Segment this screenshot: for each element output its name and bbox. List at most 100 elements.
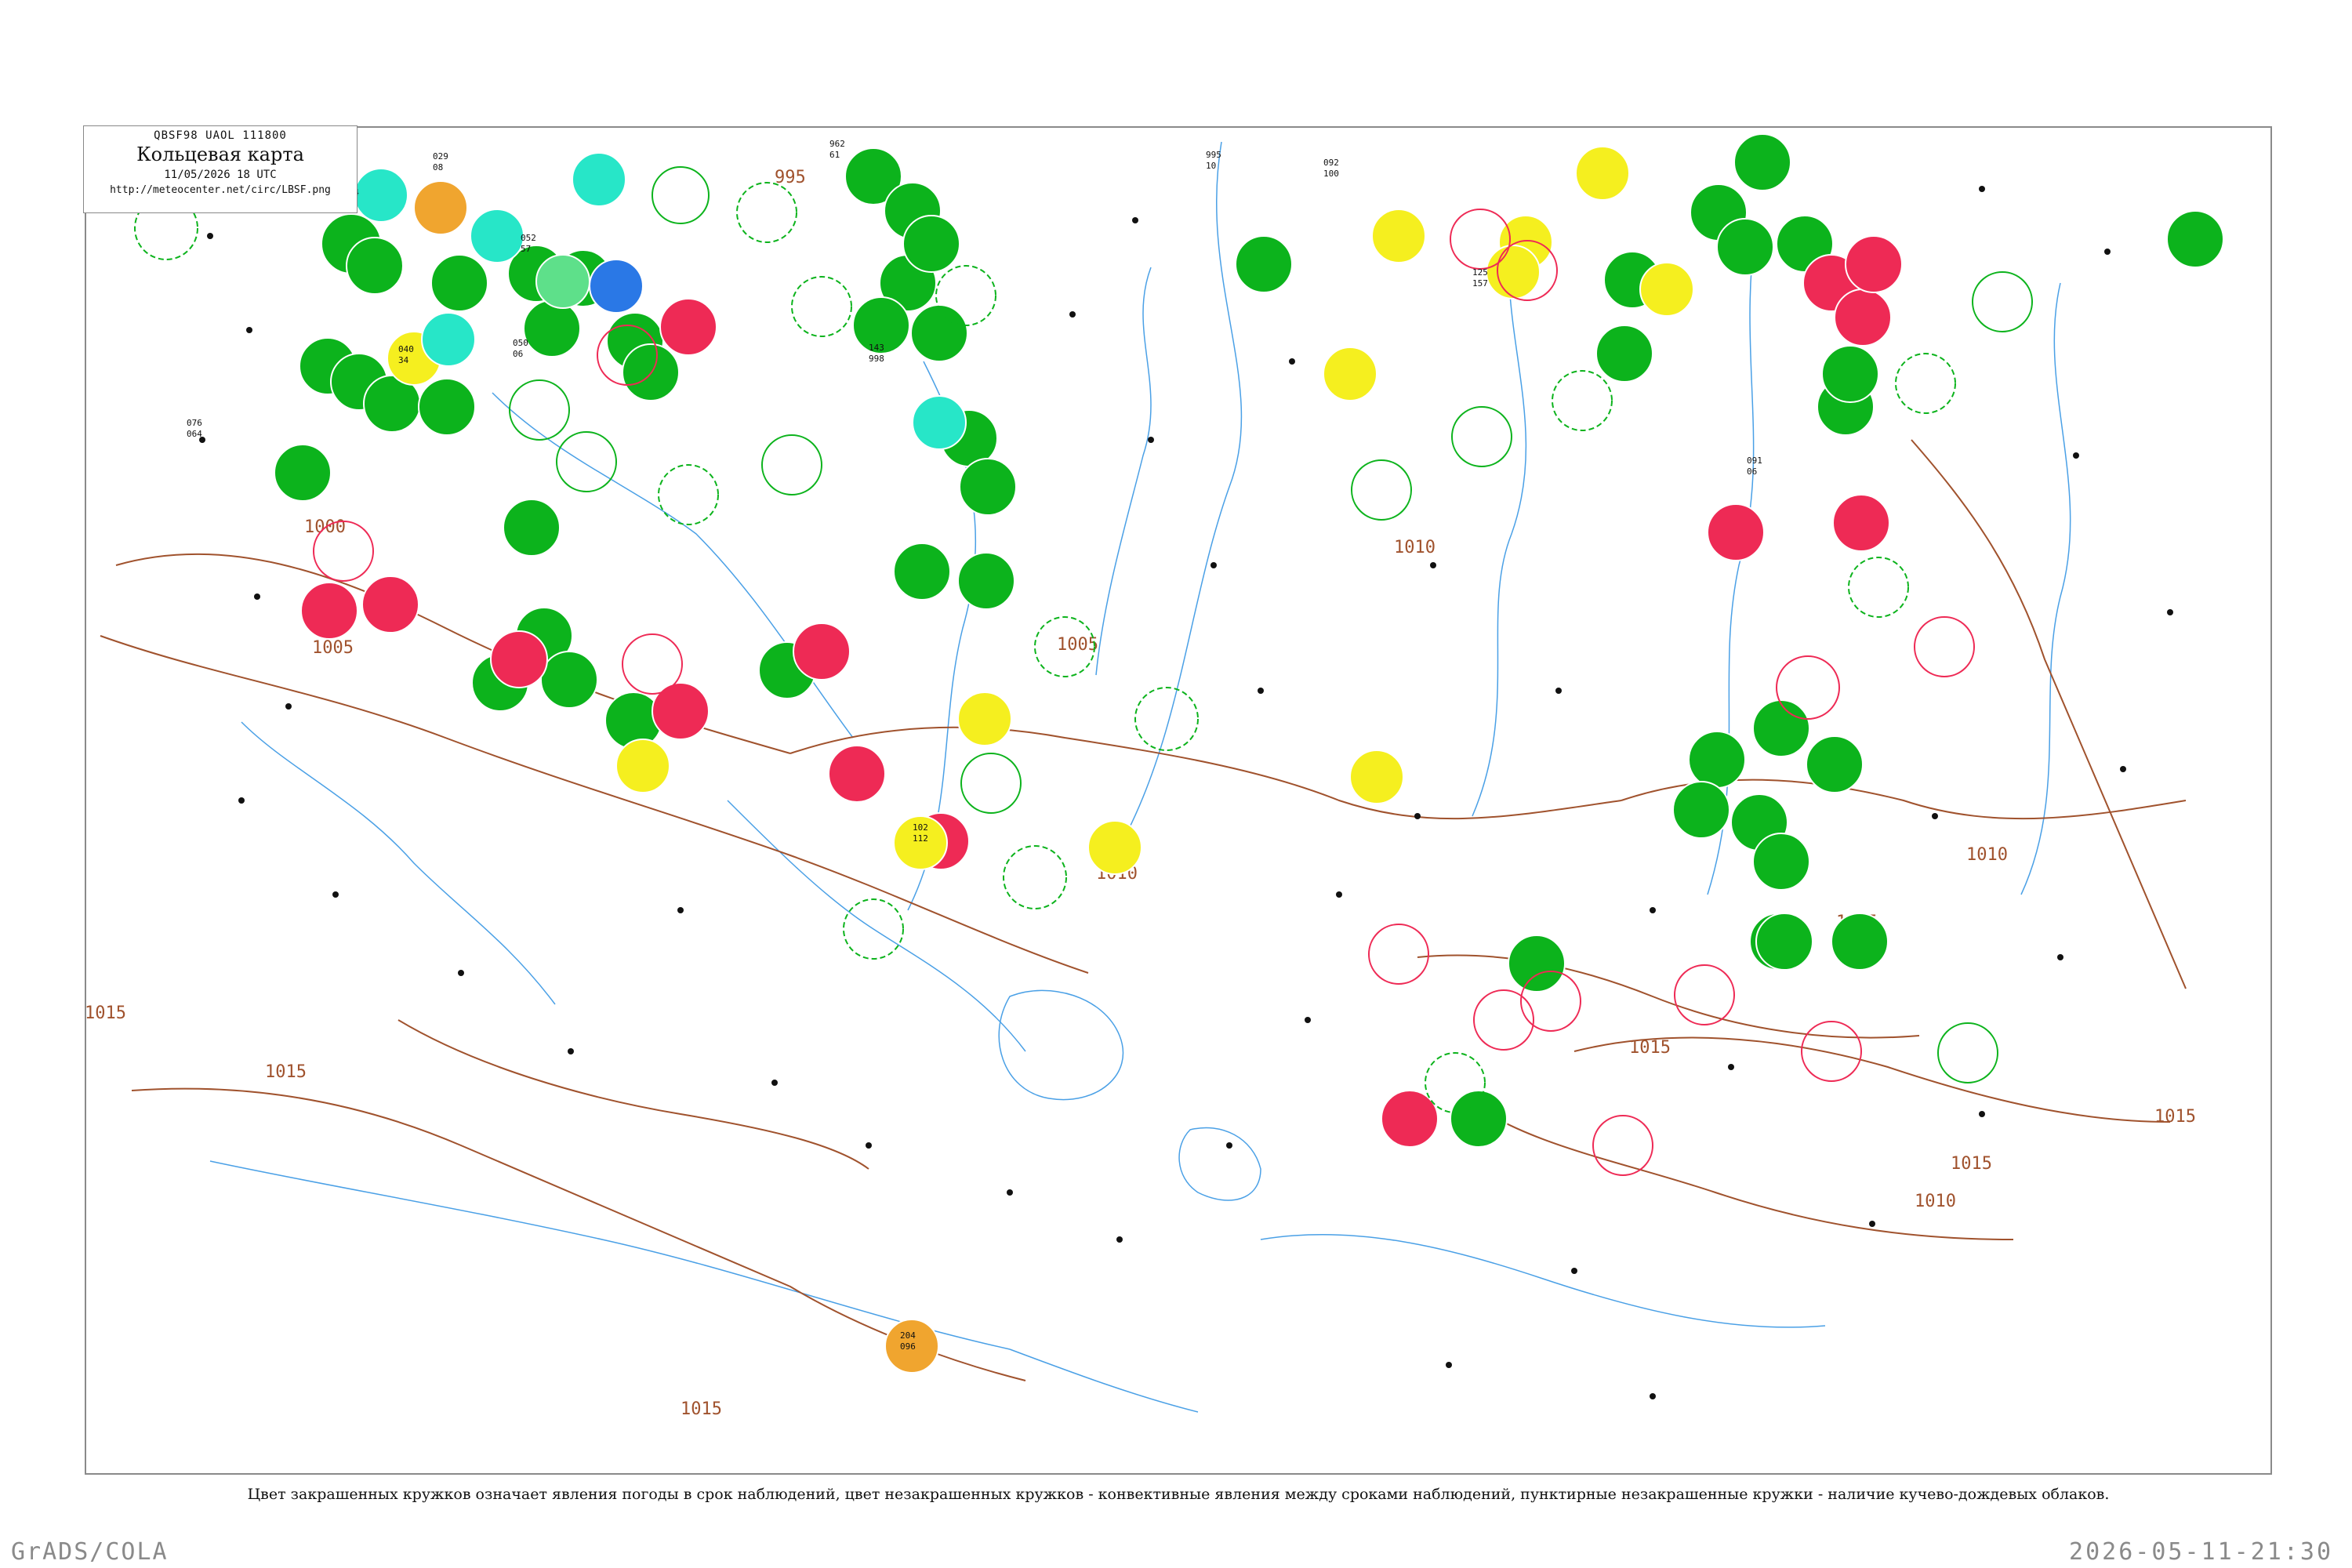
station-marker xyxy=(207,233,213,239)
station-marker xyxy=(1728,1064,1734,1070)
station-ring-red xyxy=(1473,989,1534,1051)
station-circle-green xyxy=(1806,735,1864,793)
isobar-label: 1015 xyxy=(265,1062,307,1082)
station-circle-blue xyxy=(589,259,644,314)
station-circle-yellow xyxy=(1087,820,1142,875)
lake-shore xyxy=(998,989,1124,1101)
river xyxy=(1472,220,1527,817)
station-marker xyxy=(332,891,339,898)
isobar-line xyxy=(789,726,1622,820)
station-marker xyxy=(1979,186,1985,192)
station-readout: 157 xyxy=(1472,278,1488,289)
station-circle-red xyxy=(1832,494,1890,552)
station-readout: 08 xyxy=(433,162,443,172)
software-label: GrADS/COLA xyxy=(11,1538,169,1566)
station-ring-red xyxy=(1776,655,1840,720)
station-readout: 998 xyxy=(869,354,884,364)
station-circle-cyan xyxy=(912,395,967,450)
station-ring-green-dashed xyxy=(1552,370,1613,431)
station-circle-orange xyxy=(413,180,468,235)
station-marker xyxy=(1571,1268,1577,1274)
station-readout: 052 xyxy=(521,233,536,243)
station-circle-red xyxy=(300,582,358,640)
isobar-line xyxy=(397,1019,869,1170)
station-circle-green xyxy=(1821,345,1879,403)
station-ring-green-dashed xyxy=(736,182,797,243)
isobar-line xyxy=(1911,439,2187,989)
station-marker xyxy=(1650,907,1656,913)
station-readout: 096 xyxy=(900,1341,916,1352)
station-circle-green xyxy=(1508,935,1566,993)
station-ring-red xyxy=(1592,1115,1653,1176)
station-marker xyxy=(1132,217,1138,223)
station-ring-green xyxy=(652,166,710,224)
station-readout: 34 xyxy=(398,355,409,365)
source-url: http://meteocenter.net/circ/LBSF.png xyxy=(110,184,331,196)
station-marker xyxy=(866,1142,872,1149)
station-marker xyxy=(1148,437,1154,443)
station-circle-green xyxy=(1831,913,1889,971)
station-ring-red xyxy=(1801,1021,1862,1082)
station-circle-green xyxy=(503,499,561,557)
station-readout: 204 xyxy=(900,1330,916,1341)
station-circle-green xyxy=(1752,833,1810,891)
station-marker xyxy=(2057,954,2063,960)
station-ring-green xyxy=(556,431,617,492)
bulletin-code: QBSF98 UAOL 111800 xyxy=(154,129,287,142)
station-ring-red xyxy=(1674,964,1735,1025)
station-readout: 064 xyxy=(187,429,202,439)
station-readout: 040 xyxy=(398,344,414,354)
station-circle-green xyxy=(346,237,404,295)
station-circle-yellow xyxy=(1323,347,1377,401)
station-circle-cyan xyxy=(572,152,626,207)
station-marker xyxy=(1289,358,1295,365)
station-marker xyxy=(1258,688,1264,694)
station-marker xyxy=(1979,1111,1985,1117)
station-marker xyxy=(254,593,260,600)
station-readout: 06 xyxy=(1747,466,1757,477)
station-circle-green xyxy=(959,458,1017,516)
station-readout: 102 xyxy=(913,822,928,833)
station-readout: 112 xyxy=(913,833,928,844)
station-circle-green xyxy=(1595,325,1653,383)
station-circle-yellow xyxy=(1371,209,1426,263)
station-circle-yellow xyxy=(957,691,1012,746)
station-readout: 125 xyxy=(1472,267,1488,278)
station-marker xyxy=(568,1048,574,1054)
station-ring-green-dashed xyxy=(1134,687,1199,751)
station-ring-red xyxy=(1368,924,1429,985)
station-readout: 100 xyxy=(1323,169,1339,179)
station-marker xyxy=(771,1080,778,1086)
river xyxy=(2020,282,2071,895)
legend-caption: Цвет закрашенных кружков означает явлени… xyxy=(247,1486,2110,1503)
station-circle-red xyxy=(793,622,851,681)
station-marker xyxy=(1446,1362,1452,1368)
river xyxy=(1127,141,1243,833)
station-circle-red xyxy=(490,630,548,688)
map-header: QBSF98 UAOL 111800 Кольцевая карта 11/05… xyxy=(83,125,358,213)
station-marker xyxy=(1650,1393,1656,1399)
isobar-label: 1005 xyxy=(1057,635,1098,655)
station-ring-green-dashed xyxy=(1895,353,1956,414)
station-readout: 143 xyxy=(869,343,884,353)
station-circle-green xyxy=(910,304,968,362)
station-circle-red xyxy=(1707,503,1765,561)
station-marker xyxy=(199,437,205,443)
outline-station-circles xyxy=(134,166,2033,1176)
station-circle-cyan xyxy=(535,254,590,309)
station-marker xyxy=(1069,311,1076,318)
station-marker xyxy=(1210,562,1217,568)
station-ring-green xyxy=(960,753,1022,814)
map-title: Кольцевая карта xyxy=(136,143,304,165)
station-marker xyxy=(1430,562,1436,568)
isobar-label: 1015 xyxy=(681,1399,722,1419)
river xyxy=(241,721,556,1005)
station-ring-green xyxy=(1972,271,2033,332)
station-circle-green xyxy=(274,444,332,502)
filled-station-circles xyxy=(274,133,2224,1374)
isobar-label: 1015 xyxy=(1629,1038,1671,1058)
station-marker xyxy=(1414,813,1421,819)
station-readout: 10 xyxy=(1206,161,1216,171)
station-circle-green xyxy=(523,299,581,358)
station-marker xyxy=(2120,766,2126,772)
